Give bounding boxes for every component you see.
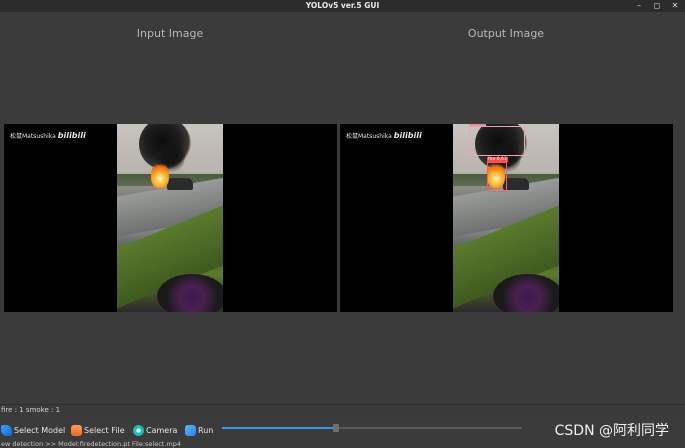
folder-icon (71, 425, 82, 436)
bilibili-logo: bilibili (393, 131, 422, 140)
output-video-frame: smoke fire 0.63 (453, 124, 559, 312)
output-image-panel: 松鼠Matsushikabilibili smoke fire 0.63 (340, 124, 673, 312)
maximize-button[interactable]: ◻ (650, 0, 664, 12)
detection-count-status: fire : 1 smoke : 1 (0, 404, 685, 416)
close-button[interactable]: ✕ (668, 0, 682, 12)
minimize-button[interactable]: – (632, 0, 646, 12)
select-model-button[interactable]: Select Model (1, 423, 65, 438)
input-image-label: Input Image (136, 27, 204, 40)
camera-icon (133, 425, 144, 436)
fire-detection-label: fire 0.63 (487, 157, 508, 162)
run-button[interactable]: Run (185, 423, 213, 438)
input-video-frame (117, 124, 223, 312)
title-bar: YOLOv5 ver.5 GUI – ◻ ✕ (0, 0, 685, 12)
progress-handle[interactable] (333, 424, 339, 432)
progress-fill (222, 427, 336, 429)
camera-button[interactable]: Camera (133, 423, 177, 438)
run-icon (185, 425, 196, 436)
bilibili-logo: bilibili (57, 131, 86, 140)
log-status-bar: ew detection >> Model:firedetection.pt F… (1, 440, 181, 448)
video-watermark: 松鼠Matsushika bilibili (10, 131, 86, 140)
smoke-detection-box: smoke (469, 124, 525, 156)
select-file-button[interactable]: Select File (71, 423, 125, 438)
csdn-watermark: CSDN @阿利同学 (554, 423, 669, 439)
video-watermark: 松鼠Matsushika bilibili (346, 131, 422, 140)
output-image-label: Output Image (467, 27, 545, 40)
model-icon (1, 425, 12, 436)
input-image-panel: 松鼠Matsushika bilibili (4, 124, 337, 312)
smoke-detection-label: smoke (469, 124, 486, 126)
video-progress-slider[interactable] (222, 424, 522, 432)
fire-detection-box: fire 0.63 (487, 157, 508, 192)
window-title: YOLOv5 ver.5 GUI (305, 1, 380, 10)
